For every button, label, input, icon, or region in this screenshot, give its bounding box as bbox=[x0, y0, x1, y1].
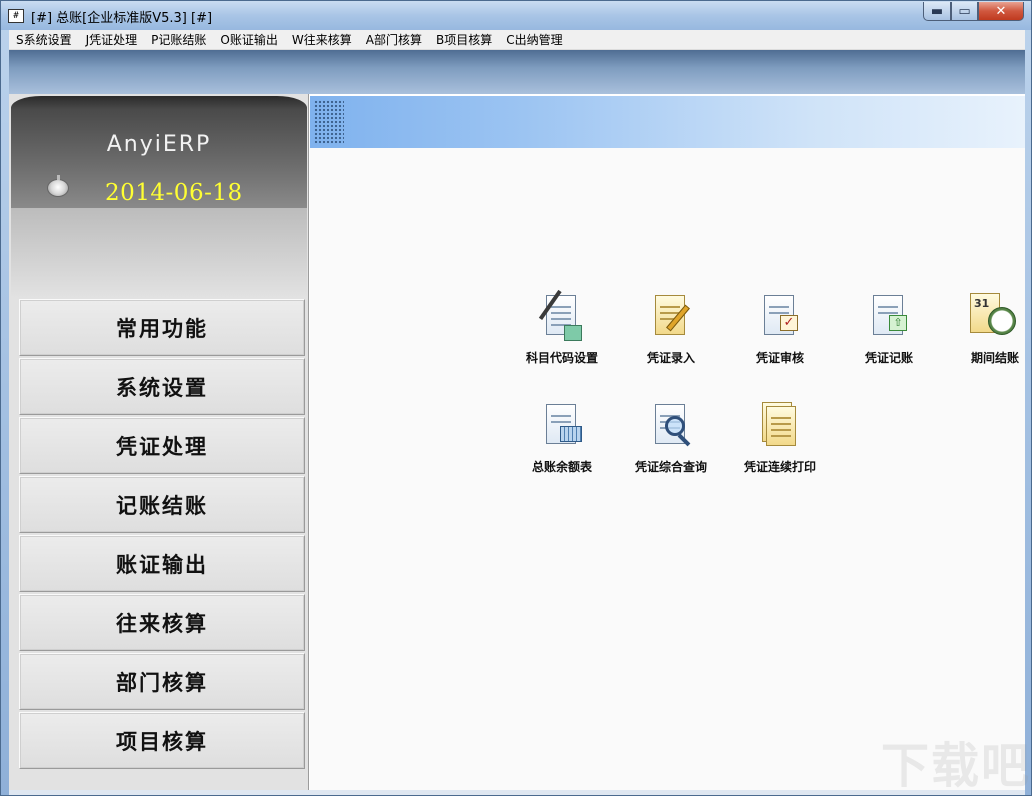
nav-department[interactable]: 部门核算 bbox=[19, 653, 305, 710]
minimize-button[interactable]: ▬ bbox=[923, 2, 951, 21]
nav-report-output[interactable]: 账证输出 bbox=[19, 535, 305, 592]
client-area: AnyiERP 2014-06-18 常用功能 系统设置 凭证处理 记账结账 账… bbox=[9, 94, 1025, 790]
func-label: 凭证综合查询 bbox=[634, 460, 707, 474]
func-voucher-query[interactable]: 凭证综合查询 bbox=[616, 400, 726, 475]
account-code-icon bbox=[538, 289, 586, 341]
voucher-entry-icon bbox=[647, 291, 695, 341]
voucher-print-icon bbox=[756, 400, 804, 450]
func-voucher-audit[interactable]: ✓ 凭证审核 bbox=[725, 291, 835, 366]
menu-receivables[interactable]: W往来核算 bbox=[285, 30, 359, 50]
func-label: 凭证录入 bbox=[646, 351, 695, 365]
nav-system-settings[interactable]: 系统设置 bbox=[19, 358, 305, 415]
app-icon[interactable]: # bbox=[8, 9, 24, 23]
menu-bar: S系统设置 J凭证处理 P记账结账 O账证输出 W往来核算 A部门核算 B项目核… bbox=[9, 30, 1025, 50]
func-label: 期间结账 bbox=[971, 351, 1020, 365]
func-voucher-post[interactable]: ⇧ 凭证记账 bbox=[834, 291, 944, 366]
app-window: # [#] 总账[企业标准版V5.3] [#] ▬ ▭ ✕ S系统设置 J凭证处… bbox=[0, 0, 1032, 796]
func-label: 总账余额表 bbox=[531, 460, 592, 474]
func-ledger-balance[interactable]: 总账余额表 bbox=[507, 400, 617, 475]
status-bar bbox=[9, 790, 1025, 795]
menu-project[interactable]: B项目核算 bbox=[429, 30, 499, 50]
nav-voucher-processing[interactable]: 凭证处理 bbox=[19, 417, 305, 474]
menu-voucher-processing[interactable]: J凭证处理 bbox=[79, 30, 145, 50]
nav-receivables[interactable]: 往来核算 bbox=[19, 594, 305, 651]
header-dots-decoration bbox=[314, 100, 344, 144]
func-voucher-print[interactable]: 凭证连续打印 bbox=[725, 400, 835, 475]
function-panel: 科目代码设置 凭证录入 ✓ 凭证审核 ⇧ 凭证记账 31 期间结账 总账余额表 … bbox=[310, 148, 1025, 790]
func-period-close[interactable]: 31 期间结账 bbox=[943, 291, 1025, 366]
sidebar-header: AnyiERP 2014-06-18 bbox=[11, 96, 307, 208]
title-bar[interactable]: # [#] 总账[企业标准版V5.3] [#] ▬ ▭ ✕ bbox=[1, 1, 1031, 30]
nav-project[interactable]: 项目核算 bbox=[19, 712, 305, 769]
menu-posting-closing[interactable]: P记账结账 bbox=[144, 30, 213, 50]
content-header bbox=[310, 96, 1025, 148]
period-close-icon: 31 bbox=[964, 291, 1016, 341]
voucher-audit-icon: ✓ bbox=[756, 291, 804, 341]
sidebar-fade bbox=[11, 208, 307, 298]
calendar-day: 31 bbox=[974, 297, 990, 310]
func-account-code-setup[interactable]: 科目代码设置 bbox=[507, 289, 617, 366]
menu-department[interactable]: A部门核算 bbox=[359, 30, 429, 50]
sidebar: AnyiERP 2014-06-18 常用功能 系统设置 凭证处理 记账结账 账… bbox=[9, 94, 309, 790]
current-date: 2014-06-18 bbox=[105, 180, 243, 206]
func-label: 凭证连续打印 bbox=[743, 460, 816, 474]
func-label: 科目代码设置 bbox=[525, 351, 598, 365]
toolbar-strip bbox=[9, 50, 1025, 94]
nav-posting-closing[interactable]: 记账结账 bbox=[19, 476, 305, 533]
menu-report-output[interactable]: O账证输出 bbox=[213, 30, 284, 50]
ledger-balance-icon bbox=[538, 400, 586, 450]
watermark: 下载吧 bbox=[881, 738, 1032, 794]
close-button[interactable]: ✕ bbox=[978, 2, 1024, 21]
func-label: 凭证审核 bbox=[755, 351, 804, 365]
func-label: 凭证记账 bbox=[864, 351, 913, 365]
menu-system-settings[interactable]: S系统设置 bbox=[9, 30, 79, 50]
clock-icon bbox=[47, 175, 69, 197]
func-voucher-entry[interactable]: 凭证录入 bbox=[616, 291, 726, 366]
maximize-button[interactable]: ▭ bbox=[951, 2, 978, 21]
brand-logo: AnyiERP bbox=[106, 132, 212, 157]
voucher-post-icon: ⇧ bbox=[865, 291, 913, 341]
voucher-query-icon bbox=[647, 400, 695, 450]
nav-list: 常用功能 系统设置 凭证处理 记账结账 账证输出 往来核算 部门核算 项目核算 bbox=[19, 299, 305, 771]
nav-common-functions[interactable]: 常用功能 bbox=[19, 299, 305, 356]
window-title: [#] 总账[企业标准版V5.3] [#] bbox=[31, 11, 213, 26]
menu-cashier[interactable]: C出纳管理 bbox=[499, 30, 569, 50]
